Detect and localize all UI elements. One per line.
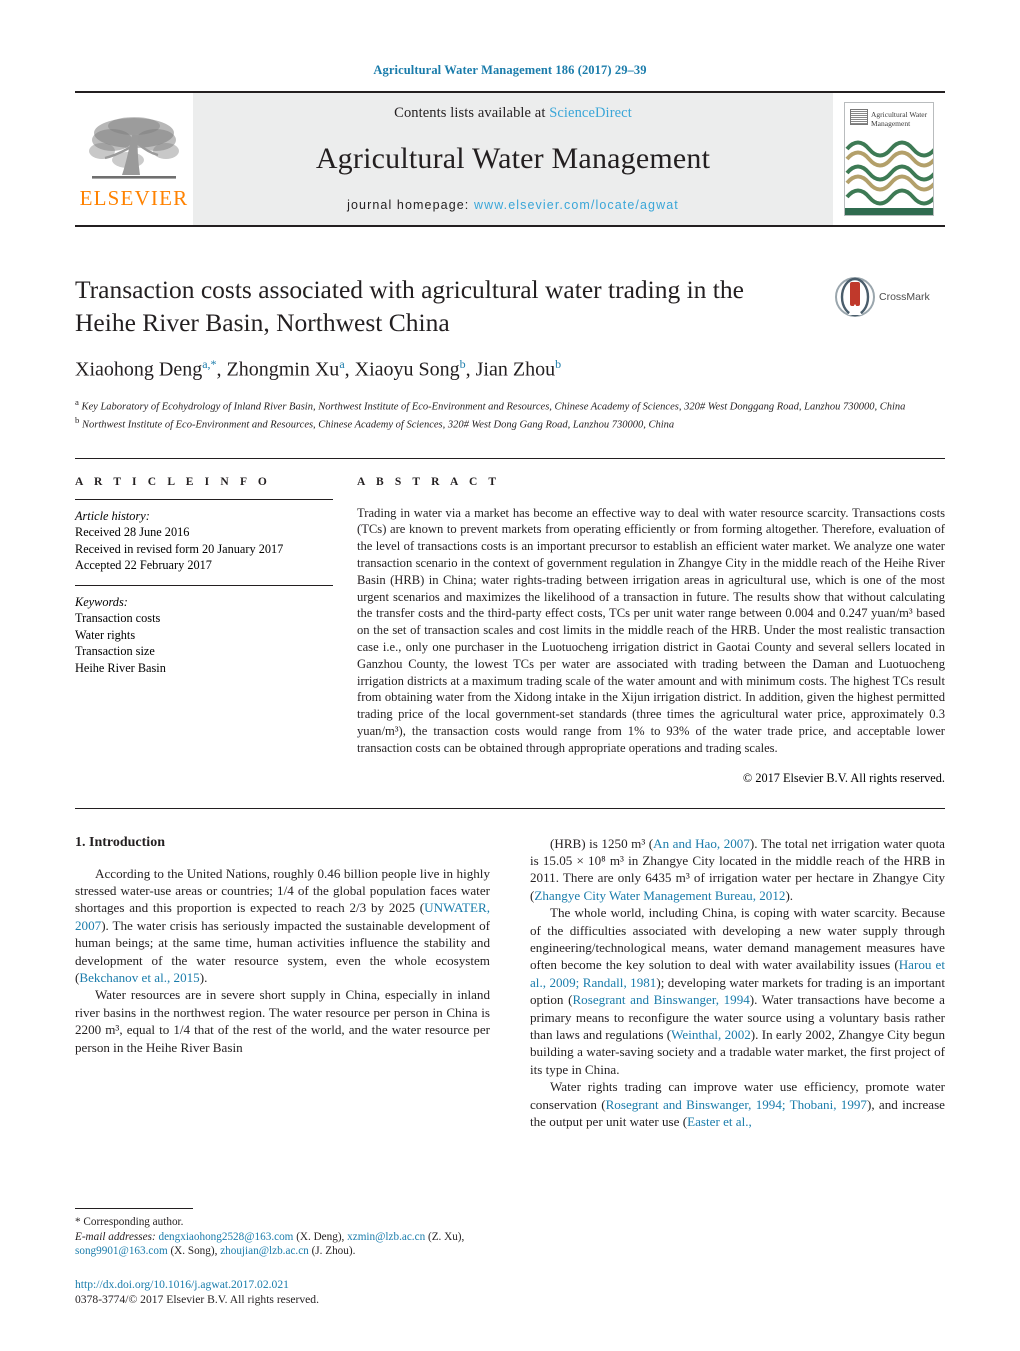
elsevier-wordmark: ELSEVIER <box>79 186 189 210</box>
author-list: Xiaohong Denga,*, Zhongmin Xua, Xiaoyu S… <box>75 357 562 381</box>
affiliation-b-text: Northwest Institute of Eco-Environment a… <box>82 419 675 431</box>
affiliation-list: a Key Laboratory of Ecohydrology of Inla… <box>75 396 945 432</box>
keywords-label: Keywords: <box>75 594 128 609</box>
crossmark-label: CrossMark <box>879 291 930 303</box>
divider <box>75 498 333 500</box>
info-abstract-region: A R T I C L E I N F O Article history: R… <box>75 457 945 786</box>
contents-available-line: Contents lists available at ScienceDirec… <box>394 105 632 122</box>
history-item: Accepted 22 February 2017 <box>75 558 212 573</box>
history-item: Received 28 June 2016 <box>75 525 190 540</box>
title-block: CrossMark Transaction costs associated w… <box>75 273 945 432</box>
keyword-item: Transaction size <box>75 644 155 659</box>
history-item: Received in revised form 20 January 2017 <box>75 541 284 556</box>
citation-link[interactable]: Harou et al., 2009; Randall, 1981 <box>530 957 945 989</box>
masthead-center: Contents lists available at ScienceDirec… <box>193 93 833 225</box>
body-column-left: 1. Introduction According to the United … <box>75 835 490 1131</box>
footnote-block: * Corresponding author. E-mail addresses… <box>75 1208 490 1259</box>
crossmark-badge[interactable]: CrossMark <box>835 275 945 319</box>
contents-prefix: Contents lists available at <box>394 104 550 121</box>
abstract-heading: A B S T R A C T <box>357 475 501 488</box>
article-history-label: Article history: <box>75 508 150 523</box>
keyword-item: Water rights <box>75 627 136 642</box>
journal-title: Agricultural Water Management <box>315 141 711 175</box>
email-addresses-label: E-mail addresses: <box>75 1230 159 1243</box>
cover-wave-pattern-icon <box>845 140 933 206</box>
right-column-paragraphs: (HRB) is 1250 m³ (An and Hao, 2007). The… <box>530 835 945 1131</box>
journal-homepage-line: journal homepage: www.elsevier.com/locat… <box>347 198 679 212</box>
article-history: Article history: Received 28 June 2016 R… <box>75 508 333 574</box>
crossmark-icon <box>835 277 875 317</box>
body-paragraph: Water rights trading can improve water u… <box>530 1079 945 1130</box>
footnote-divider <box>75 1208 193 1210</box>
corresponding-author-note: * Corresponding author. <box>75 1216 184 1229</box>
email-link[interactable]: xzmin@lzb.ac.cn <box>347 1231 425 1243</box>
elsevier-logo: ELSEVIER <box>75 93 193 225</box>
keywords-list: Keywords: Transaction costs Water rights… <box>75 594 333 677</box>
keyword-item: Transaction costs <box>75 611 161 626</box>
article-info-column: A R T I C L E I N F O Article history: R… <box>75 476 333 786</box>
issn-copyright-line: 0378-3774/© 2017 Elsevier B.V. All right… <box>75 1293 319 1306</box>
homepage-label: journal homepage: <box>347 197 474 212</box>
citation-link[interactable]: Rosegrant and Binswanger, 1994; Thobani,… <box>606 1097 867 1112</box>
citation-link[interactable]: Rosegrant and Binswanger, 1994 <box>572 992 749 1007</box>
email-link[interactable]: dengxiaohong2528@163.com <box>158 1231 293 1243</box>
abstract-column: A B S T R A C T Trading in water via a m… <box>357 476 945 786</box>
body-columns: 1. Introduction According to the United … <box>75 835 945 1131</box>
abstract-text: Trading in water via a market has become… <box>357 505 945 755</box>
divider <box>75 584 333 586</box>
affiliation-a-text: Key Laboratory of Ecohydrology of Inland… <box>81 401 906 413</box>
journal-cover-thumbnail: Agricultural Water Management <box>833 93 945 225</box>
section-heading-introduction: 1. Introduction <box>75 834 165 850</box>
cover-publisher-mark-icon <box>850 109 868 125</box>
body-paragraph: Water resources are in severe short supp… <box>75 987 490 1055</box>
cover-image: Agricultural Water Management <box>844 102 934 216</box>
divider <box>75 807 945 809</box>
affiliation-b: b Northwest Institute of Eco-Environment… <box>75 414 675 431</box>
body-paragraph: According to the United Nations, roughly… <box>75 865 490 986</box>
homepage-url-link[interactable]: www.elsevier.com/locate/agwat <box>474 198 679 212</box>
email-addresses-line: E-mail addresses: dengxiaohong2528@163.c… <box>75 1230 465 1258</box>
cover-journal-title: Agricultural Water Management <box>871 110 928 128</box>
running-head: Agricultural Water Management 186 (2017)… <box>373 63 647 77</box>
citation-link[interactable]: Easter et al., <box>687 1114 752 1129</box>
elsevier-tree-icon <box>89 117 179 179</box>
body-column-right: (HRB) is 1250 m³ (An and Hao, 2007). The… <box>530 835 945 1131</box>
doi-link[interactable]: http://dx.doi.org/10.1016/j.agwat.2017.0… <box>75 1277 525 1292</box>
citation-link[interactable]: Zhangye City Water Management Bureau, 20… <box>534 888 785 903</box>
citation-link[interactable]: Weinthal, 2002 <box>671 1027 751 1042</box>
citation-link[interactable]: An and Hao, 2007 <box>653 836 750 851</box>
sciencedirect-link[interactable]: ScienceDirect <box>549 105 632 121</box>
article-first-page: Agricultural Water Management 186 (2017)… <box>0 0 1020 1351</box>
citation-link[interactable]: Bekchanov et al., 2015 <box>79 970 199 985</box>
affiliation-a: a Key Laboratory of Ecohydrology of Inla… <box>75 396 906 413</box>
cover-footer-bar <box>845 208 933 215</box>
article-info-heading: A R T I C L E I N F O <box>75 475 271 488</box>
body-paragraph: (HRB) is 1250 m³ (An and Hao, 2007). The… <box>530 835 945 903</box>
left-column-paragraphs: According to the United Nations, roughly… <box>75 865 490 1056</box>
keyword-item: Heihe River Basin <box>75 660 166 675</box>
page-title: Transaction costs associated with agricu… <box>75 275 744 337</box>
email-link[interactable]: zhoujian@lzb.ac.cn <box>220 1245 309 1257</box>
email-link[interactable]: song9901@163.com <box>75 1245 168 1257</box>
abstract-copyright: © 2017 Elsevier B.V. All rights reserved… <box>742 770 945 785</box>
doi-block: http://dx.doi.org/10.1016/j.agwat.2017.0… <box>75 1277 525 1307</box>
citation-link[interactable]: UNWATER, 2007 <box>75 900 490 932</box>
body-paragraph: The whole world, including China, is cop… <box>530 905 945 1077</box>
journal-masthead: ELSEVIER Contents lists available at Sci… <box>75 91 945 227</box>
